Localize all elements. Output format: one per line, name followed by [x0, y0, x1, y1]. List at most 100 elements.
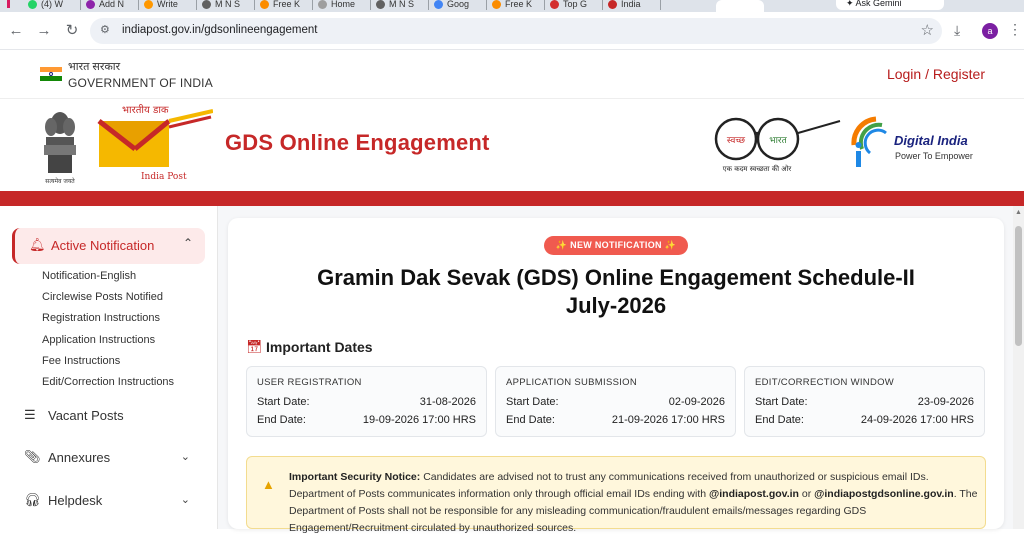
sidebar-link-fee-instructions[interactable]: Fee Instructions — [42, 355, 120, 367]
browser-tab[interactable]: Free K — [260, 0, 300, 12]
chevron-up-icon[interactable]: ⌃ — [183, 236, 193, 250]
tab-favicon-icon — [434, 0, 443, 9]
india-post-hindi: भारतीय डाक — [122, 104, 169, 116]
scroll-up-icon[interactable]: ▲ — [1015, 209, 1022, 216]
profile-avatar[interactable]: a — [982, 23, 998, 39]
tab-label: (4) W — [41, 0, 63, 9]
sidebar-item-vacant-posts[interactable]: ☰ Vacant Posts — [22, 405, 202, 427]
gov-hindi-label: भारत सरकार — [68, 61, 121, 73]
download-icon[interactable]: ⤓ — [954, 22, 960, 39]
security-notice: ▲ Important Security Notice: Candidates … — [246, 456, 986, 534]
tab-favicon-icon — [260, 0, 269, 9]
start-date-label: Start Date: — [755, 396, 808, 408]
india-post-english: India Post — [141, 172, 187, 182]
end-date-label: End Date: — [506, 414, 555, 426]
browser-tab[interactable]: Top G — [550, 0, 587, 12]
sidebar-item-annexures[interactable]: 📎︎ Annexures ⌄ — [22, 447, 202, 469]
sidebar-item-active-notification[interactable]: 🔔︎ Active Notification ⌃ — [12, 228, 205, 264]
date-box-title: APPLICATION SUBMISSION — [506, 377, 638, 388]
end-date-label: End Date: — [755, 414, 804, 426]
sidebar-link-circlewise-posts[interactable]: Circlewise Posts Notified — [42, 291, 163, 303]
tab-label: Free K — [273, 0, 301, 9]
browser-tab[interactable]: M N S — [376, 0, 414, 12]
url-text[interactable]: indiapost.gov.in/gdsonlineengagement — [122, 24, 317, 36]
tab-separator — [254, 0, 255, 10]
tab-favicon-icon — [492, 0, 501, 9]
browser-tab[interactable]: Free K — [492, 0, 532, 12]
sidebar-item-helpdesk[interactable]: 🎧︎ Helpdesk ⌄ — [22, 490, 202, 512]
tab-label: Goog — [447, 0, 470, 9]
back-icon[interactable]: ← — [6, 21, 26, 41]
swachh-bharat-logo: स्वच्छ भारत एक कदम स्वच्छता की ओर — [714, 117, 841, 173]
calendar-icon: 📅︎ — [246, 339, 263, 354]
browser-tab[interactable]: (4) W — [28, 0, 63, 12]
login-register-link[interactable]: Login / Register — [887, 66, 985, 82]
tab-separator — [370, 0, 371, 10]
chevron-down-icon[interactable]: ⌄ — [181, 493, 190, 506]
tab-label: Home — [331, 0, 356, 9]
chevron-down-icon[interactable]: ⌄ — [181, 450, 190, 463]
start-date-label: Start Date: — [506, 396, 559, 408]
scrollbar-thumb[interactable] — [1015, 226, 1022, 346]
sidebar-item-label: Helpdesk — [48, 493, 103, 508]
tab-label: Free K — [505, 0, 533, 9]
notification-card: ✨ NEW NOTIFICATION ✨ Gramin Dak Sevak (G… — [228, 218, 1004, 534]
browser-tab[interactable]: Home — [318, 0, 355, 12]
browser-tab[interactable]: India — [608, 0, 641, 12]
tab-favicon-icon — [202, 0, 211, 9]
start-date-value: 23-09-2026 — [917, 396, 974, 408]
bharat-word: भारत — [769, 136, 787, 146]
india-post-logo: भारतीय डाक India Post — [97, 104, 213, 182]
reload-icon[interactable]: ↻ — [62, 21, 82, 41]
notice-label: Important Security Notice: — [289, 471, 421, 483]
end-date-value: 24-09-2026 17:00 HRS — [860, 414, 974, 426]
tab-favicon-icon — [28, 0, 37, 9]
tab-separator — [544, 0, 545, 10]
browser-tab[interactable]: Add N — [86, 0, 124, 12]
tab-label: India — [621, 0, 641, 9]
sidebar-link-application-instructions[interactable]: Application Instructions — [42, 334, 155, 346]
new-notification-badge: ✨ NEW NOTIFICATION ✨ — [544, 236, 688, 255]
tab-separator — [80, 0, 81, 10]
swachh-word: स्वच्छ — [727, 136, 746, 146]
date-box-title: EDIT/CORRECTION WINDOW — [755, 377, 895, 388]
browser-tab[interactable]: Write — [144, 0, 178, 12]
tab-group-indicator — [7, 0, 10, 8]
ask-gemini-label: Ask Gemini — [855, 0, 902, 8]
digital-india-subtitle: Power To Empower — [895, 151, 973, 161]
tab-favicon-icon — [318, 0, 327, 9]
notice-email-2: @indiapostgdsonline.gov.in — [814, 488, 954, 500]
sidebar-link-edit-correction-instructions[interactable]: Edit/Correction Instructions — [42, 376, 174, 388]
bookmark-star-icon[interactable]: ☆ — [921, 21, 934, 39]
address-bar[interactable]: ⚙ indiapost.gov.in/gdsonlineengagement ☆ — [90, 18, 942, 44]
government-bar: भारत सरकार GOVERNMENT OF INDIA Login / R… — [0, 51, 1024, 99]
start-date-label: Start Date: — [257, 396, 310, 408]
browser-tab[interactable]: M N S — [202, 0, 240, 12]
browser-toolbar: ← → ↻ ⚙ indiapost.gov.in/gdsonlineengage… — [0, 12, 1024, 50]
paperclip-icon: 📎︎ — [24, 449, 41, 464]
ask-gemini-button[interactable]: ✦ Ask Gemini — [836, 0, 944, 10]
page-title: Gramin Dak Sevak (GDS) Online Engagement… — [268, 264, 964, 320]
tab-separator — [602, 0, 603, 10]
sidebar-item-label: Annexures — [48, 450, 111, 465]
sidebar: 🔔︎ Active Notification ⌃ Notification-En… — [0, 206, 218, 529]
important-dates-label: Important Dates — [266, 339, 373, 355]
page-scrollbar[interactable]: ▲ — [1013, 206, 1024, 529]
forward-icon[interactable]: → — [34, 21, 54, 41]
tab-separator — [312, 0, 313, 10]
sidebar-link-registration-instructions[interactable]: Registration Instructions — [42, 312, 160, 324]
security-notice-text: Important Security Notice: Candidates ar… — [289, 469, 979, 537]
notice-email-1: @indiapost.gov.in — [709, 488, 799, 500]
end-date-value: 19-09-2026 17:00 HRS — [362, 414, 476, 426]
tab-active[interactable] — [716, 0, 764, 12]
date-box-application-submission: APPLICATION SUBMISSION Start Date: 02-09… — [495, 366, 736, 437]
india-flag-icon — [40, 67, 62, 81]
sidebar-link-notification-english[interactable]: Notification-English — [42, 270, 136, 282]
end-date-label: End Date: — [257, 414, 306, 426]
site-info-icon[interactable]: ⚙ — [100, 23, 114, 37]
browser-tab[interactable]: Goog — [434, 0, 469, 12]
date-box-title: USER REGISTRATION — [257, 377, 362, 388]
title-line-1: Gramin Dak Sevak (GDS) Online Engagement… — [317, 265, 915, 290]
tab-separator — [138, 0, 139, 10]
browser-menu-icon[interactable]: ⋮ — [1008, 21, 1022, 38]
